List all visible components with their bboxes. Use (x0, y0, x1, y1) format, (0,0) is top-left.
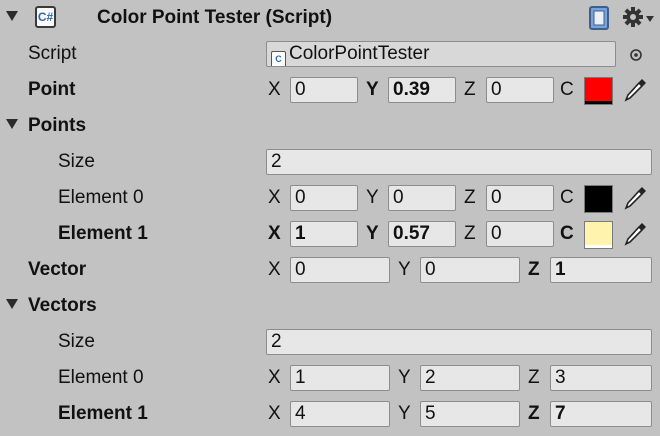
z-axis-label[interactable]: Z (528, 403, 540, 425)
vectors-size-row: Size 2 (0, 324, 660, 360)
point-color-swatch[interactable] (584, 77, 613, 105)
size-label: Size (58, 151, 95, 172)
element-label: Element 1 (58, 403, 148, 424)
point-z-field[interactable]: 0 (486, 77, 554, 103)
script-label: Script (28, 43, 77, 64)
x-axis-label[interactable]: X (268, 187, 281, 209)
foldout-arrow-icon[interactable] (6, 299, 18, 309)
gear-icon[interactable] (622, 5, 656, 31)
object-picker-icon[interactable] (629, 48, 643, 62)
z-axis-label[interactable]: Z (464, 187, 476, 209)
z-field[interactable]: 3 (550, 365, 652, 391)
vector-label: Vector (28, 259, 87, 280)
x-field[interactable]: 4 (290, 401, 390, 427)
z-axis-label[interactable]: Z (464, 79, 476, 101)
points-element-1-row: Element 1 X 1 Y 0.57 Z 0 C (0, 216, 660, 252)
y-field[interactable]: 5 (420, 401, 520, 427)
z-field[interactable]: 0 (486, 185, 554, 211)
z-field[interactable]: 7 (550, 401, 652, 427)
points-foldout-row[interactable]: Points (0, 108, 660, 144)
script-row: Script C ColorPointTester (0, 36, 660, 72)
y-axis-label[interactable]: Y (398, 259, 411, 281)
eyedropper-icon[interactable] (622, 76, 648, 104)
x-axis-label[interactable]: X (268, 367, 281, 389)
eyedropper-icon[interactable] (622, 184, 648, 212)
z-axis-label[interactable]: Z (528, 367, 540, 389)
x-field[interactable]: 0 (290, 185, 358, 211)
point-label: Point (28, 79, 76, 100)
points-size-field[interactable]: 2 (266, 149, 652, 175)
z-field[interactable]: 0 (486, 221, 554, 247)
y-axis-label[interactable]: Y (398, 367, 411, 389)
inspector-component: C# Color Point Tester (Script) Script CC… (0, 0, 660, 436)
x-axis-label[interactable]: X (268, 259, 281, 281)
y-axis-label[interactable]: Y (366, 187, 379, 209)
vectors-element-0-row: Element 0 X 1 Y 2 Z 3 (0, 360, 660, 396)
alpha-bar (585, 101, 612, 104)
c-label: C (560, 79, 574, 100)
alpha-bar (585, 209, 612, 212)
vectors-size-field[interactable]: 2 (266, 329, 652, 355)
script-value: ColorPointTester (289, 43, 430, 64)
vectors-element-1-row: Element 1 X 4 Y 5 Z 7 (0, 396, 660, 432)
vector-row: Vector X 0 Y 0 Z 1 (0, 252, 660, 288)
vectors-foldout-row[interactable]: Vectors (0, 288, 660, 324)
element-label: Element 0 (58, 187, 144, 208)
x-axis-label[interactable]: X (268, 223, 281, 245)
vector-z-field[interactable]: 1 (550, 257, 652, 283)
x-field[interactable]: 1 (290, 365, 390, 391)
point-x-field[interactable]: 0 (290, 77, 358, 103)
y-field[interactable]: 0 (388, 185, 456, 211)
alpha-bar (585, 245, 612, 248)
foldout-arrow-icon[interactable] (6, 119, 18, 129)
help-book-icon[interactable] (587, 5, 611, 31)
y-field[interactable]: 2 (420, 365, 520, 391)
x-axis-label[interactable]: X (268, 403, 281, 425)
z-axis-label[interactable]: Z (528, 259, 540, 281)
points-label: Points (28, 115, 87, 136)
component-header[interactable]: C# Color Point Tester (Script) (0, 0, 660, 36)
script-field[interactable]: C ColorPointTester (266, 41, 616, 67)
color-swatch[interactable] (584, 185, 613, 213)
y-axis-label[interactable]: Y (366, 223, 379, 245)
vectors-label: Vectors (28, 295, 97, 316)
script-icon: C# (35, 6, 56, 28)
foldout-arrow-icon[interactable] (6, 11, 18, 21)
c-label: C (560, 187, 574, 208)
component-title: Color Point Tester (Script) (97, 7, 333, 28)
element-label: Element 1 (58, 223, 148, 244)
vector-y-field[interactable]: 0 (420, 257, 520, 283)
z-axis-label[interactable]: Z (464, 223, 476, 245)
size-label: Size (58, 331, 95, 352)
x-field[interactable]: 1 (290, 221, 358, 247)
point-row: Point X 0 Y 0.39 Z 0 C (0, 72, 660, 108)
c-label: C (560, 223, 574, 244)
y-axis-label[interactable]: Y (398, 403, 411, 425)
points-size-row: Size 2 (0, 144, 660, 180)
y-field[interactable]: 0.57 (388, 221, 456, 247)
script-file-icon: C (271, 51, 286, 66)
point-y-field[interactable]: 0.39 (388, 77, 456, 103)
points-element-0-row: Element 0 X 0 Y 0 Z 0 C (0, 180, 660, 216)
x-axis-label[interactable]: X (268, 79, 281, 101)
element-label: Element 0 (58, 367, 144, 388)
vector-x-field[interactable]: 0 (290, 257, 390, 283)
color-swatch[interactable] (584, 221, 613, 249)
y-axis-label[interactable]: Y (366, 79, 379, 101)
eyedropper-icon[interactable] (622, 220, 648, 248)
